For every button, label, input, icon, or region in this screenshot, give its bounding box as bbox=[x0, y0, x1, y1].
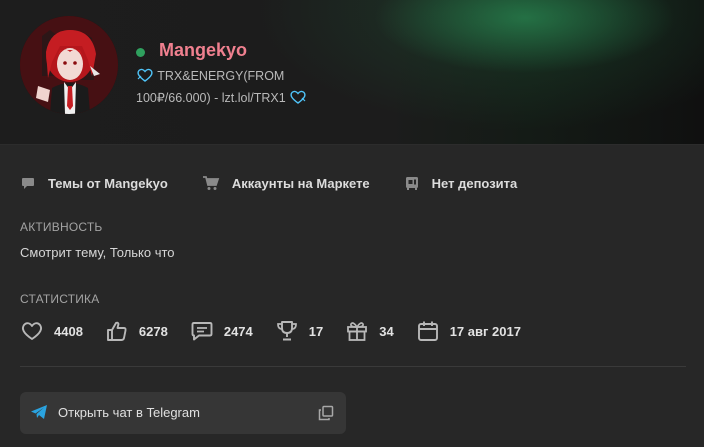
messages-count: 2474 bbox=[223, 323, 253, 339]
stat-messages: 2474 bbox=[190, 320, 253, 342]
stat-thumbs: 6278 bbox=[105, 320, 168, 342]
deposit-link-label: Нет депозита bbox=[431, 175, 518, 191]
status-line-2: 100₽/66.000) - lzt.lol/TRX1 bbox=[136, 91, 286, 105]
threads-link-label: Темы от Mangekyo bbox=[48, 175, 168, 191]
heart-outline-icon bbox=[136, 67, 154, 89]
heart-icon bbox=[21, 322, 43, 340]
stats-title: СТАТИСТИКА bbox=[20, 292, 100, 306]
profile-links: Темы от Mangekyo Аккаунты на Маркете Нет… bbox=[20, 172, 551, 194]
username[interactable]: Mangekyo bbox=[159, 40, 247, 61]
telegram-button-label: Открыть чат в Telegram bbox=[58, 405, 200, 420]
stat-likes: 4408 bbox=[20, 320, 83, 342]
gift-icon bbox=[347, 322, 368, 341]
copy-icon[interactable] bbox=[318, 405, 334, 421]
message-icon bbox=[191, 322, 213, 341]
market-link-label: Аккаунты на Маркете bbox=[231, 175, 370, 191]
trophy-icon bbox=[276, 321, 297, 341]
status-line-1: TRX&ENERGY(FROM bbox=[157, 69, 285, 83]
status-text: TRX&ENERGY(FROM 100₽/66.000) - lzt.lol/T… bbox=[136, 67, 346, 111]
telegram-chat-button[interactable]: Открыть чат в Telegram bbox=[20, 392, 346, 434]
threads-link[interactable]: Темы от Mangekyo bbox=[20, 175, 168, 191]
activity-title: АКТИВНОСТЬ bbox=[20, 220, 103, 234]
cart-icon bbox=[202, 176, 220, 190]
divider bbox=[0, 144, 704, 145]
profile-header: Mangekyo TRX&ENERGY(FROM 100₽/66.000) - … bbox=[0, 0, 704, 144]
trophies-count: 17 bbox=[308, 323, 324, 339]
stats-row: 4408 6278 2474 17 34 17 авг 2017 bbox=[20, 318, 543, 344]
activity-text: Смотрит тему, Только что bbox=[20, 245, 175, 260]
stat-trophies: 17 bbox=[275, 320, 323, 342]
calendar-icon bbox=[417, 321, 438, 341]
thumbs-count: 6278 bbox=[138, 323, 168, 339]
gifts-count: 34 bbox=[379, 323, 394, 339]
joined-date: 17 авг 2017 bbox=[449, 323, 521, 339]
deposit-link[interactable]: Нет депозита bbox=[404, 175, 518, 191]
telegram-icon bbox=[31, 405, 47, 419]
divider bbox=[20, 366, 686, 367]
deposit-icon bbox=[405, 177, 418, 190]
likes-count: 4408 bbox=[54, 323, 83, 339]
heart-outline-icon bbox=[289, 89, 307, 111]
avatar[interactable] bbox=[20, 16, 118, 114]
market-link[interactable]: Аккаунты на Маркете bbox=[202, 175, 370, 191]
stat-joined: 17 авг 2017 bbox=[416, 320, 521, 342]
online-indicator bbox=[136, 48, 145, 57]
thumbs-up-icon bbox=[106, 321, 127, 341]
chat-bubble-icon bbox=[22, 178, 34, 189]
stat-gifts: 34 bbox=[345, 320, 394, 342]
